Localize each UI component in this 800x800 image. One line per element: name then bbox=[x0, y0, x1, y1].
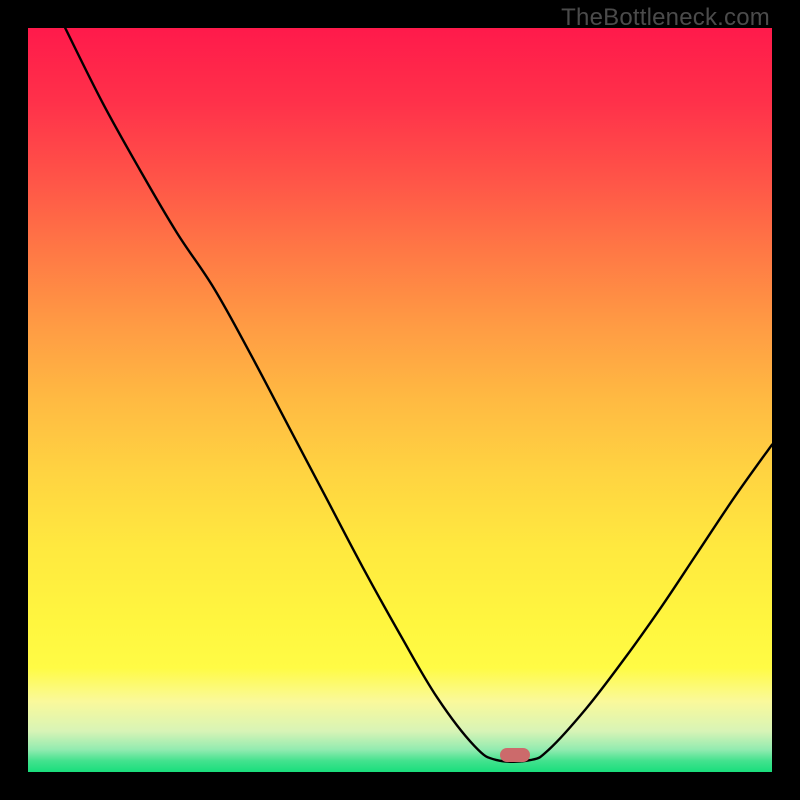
bottleneck-chart bbox=[28, 28, 772, 772]
chart-background bbox=[28, 28, 772, 772]
optimal-point-marker bbox=[500, 748, 530, 762]
chart-frame bbox=[28, 28, 772, 772]
